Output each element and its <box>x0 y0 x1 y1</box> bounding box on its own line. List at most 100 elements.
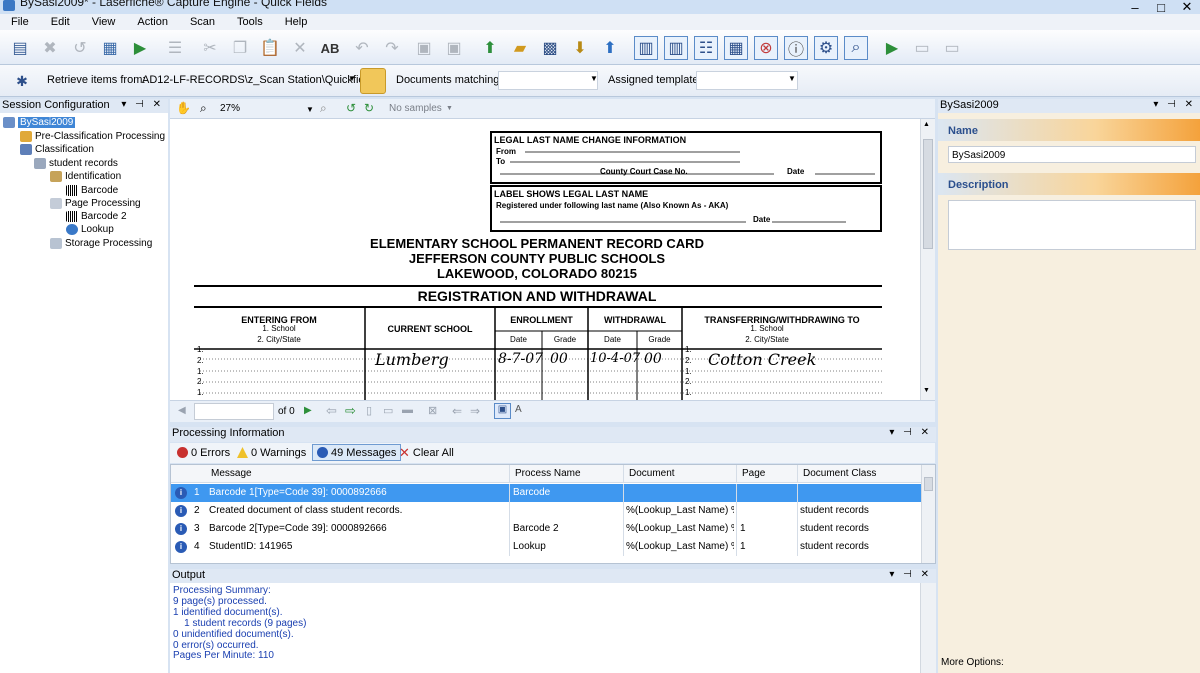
view-list-icon[interactable]: ☷ <box>694 36 718 60</box>
column-header-page[interactable]: Page <box>742 468 765 479</box>
assigned-template-select[interactable] <box>696 71 798 90</box>
errors-filter-button[interactable]: 0 Errors <box>173 444 234 461</box>
chevron-down-icon[interactable]: ▼ <box>446 105 453 112</box>
column-header-document-class[interactable]: Document Class <box>803 468 876 479</box>
prev-doc-icon[interactable]: ⇐ <box>452 404 462 418</box>
panel-controls[interactable]: ▾ ⊣ ✕ <box>1153 99 1196 110</box>
view-errors-icon[interactable]: ⊗ <box>754 36 778 60</box>
browse-folder-icon[interactable] <box>360 68 386 94</box>
delete-icon[interactable]: ✕ <box>288 36 312 60</box>
chevron-down-icon[interactable]: ▼ <box>348 74 356 83</box>
move-down-icon[interactable]: ▣ <box>442 36 466 60</box>
rename-icon[interactable]: AB <box>318 36 342 60</box>
undo-icon[interactable]: ↶ <box>350 36 374 60</box>
tree-node-lookup[interactable]: Lookup <box>66 224 114 235</box>
table-row[interactable]: i 1 Barcode 1[Type=Code 39]: 0000892666 … <box>171 484 921 502</box>
process-icon[interactable]: ▶ <box>128 36 152 60</box>
tree-node-identification[interactable]: Identification <box>50 171 121 182</box>
scroll-down-icon[interactable]: ▼ <box>923 387 930 394</box>
view-details-icon[interactable]: ▥ <box>634 36 658 60</box>
remove-page-icon[interactable]: ⊠ <box>428 404 437 417</box>
minimize-icon[interactable]: – <box>1122 0 1148 14</box>
scan-icon[interactable]: ▤ <box>8 36 32 60</box>
zoom-icon[interactable]: ⌕ <box>200 101 207 116</box>
stop-icon[interactable]: ✖ <box>38 36 62 60</box>
text-view-icon[interactable]: A <box>515 404 522 415</box>
open-folder-icon[interactable]: ▰ <box>508 36 532 60</box>
sparkle-icon[interactable]: ✱ <box>10 69 34 93</box>
description-input[interactable] <box>948 200 1196 250</box>
clear-all-button[interactable]: ✕ Clear All <box>395 444 458 461</box>
close-icon[interactable]: ✕ <box>1174 0 1200 14</box>
view-columns-icon[interactable]: ▥ <box>664 36 688 60</box>
document-viewer[interactable]: LEGAL LAST NAME CHANGE INFORMATION From … <box>170 119 920 400</box>
paste-icon[interactable]: 📋 <box>258 36 282 60</box>
save-icon[interactable]: ▩ <box>538 36 562 60</box>
chevron-down-icon[interactable]: ▼ <box>788 74 796 83</box>
table-row[interactable]: i 4 StudentID: 141965 Lookup %(Lookup_La… <box>171 538 921 556</box>
page-icon[interactable]: ▯ <box>366 404 372 417</box>
move-up-icon[interactable]: ▣ <box>412 36 436 60</box>
redo-icon[interactable]: ↷ <box>380 36 404 60</box>
pages-icon[interactable]: ▭ <box>383 404 393 417</box>
column-header-process[interactable]: Process Name <box>515 468 581 479</box>
forward-icon[interactable]: ⇨ <box>345 403 356 419</box>
view-thumbnails-icon[interactable]: ▦ <box>724 36 748 60</box>
thumbnail-icon[interactable]: ▬ <box>402 404 413 416</box>
hand-icon[interactable]: ✋ <box>176 101 191 115</box>
tree-node-page-processing[interactable]: Page Processing <box>50 198 141 209</box>
scroll-up-icon[interactable]: ▲ <box>923 121 930 128</box>
messages-filter-button[interactable]: 49 Messages <box>312 444 402 461</box>
tree-node-classification[interactable]: Classification <box>20 144 94 155</box>
new-session-icon[interactable]: ⬆ <box>478 36 502 60</box>
panel-controls[interactable]: ▾ ⊣ ✕ <box>889 427 932 438</box>
retrieve-path-field[interactable]: AD12-LF-RECORDS\z_Scan Station\Quickfiel… <box>140 71 373 90</box>
upload-icon[interactable]: ⬆ <box>598 36 622 60</box>
image-view-icon[interactable]: ▣ <box>494 403 511 419</box>
zoom-icon[interactable]: ⌕ <box>844 36 868 60</box>
output-scrollbar[interactable] <box>920 583 936 673</box>
next-doc-icon[interactable]: ⇒ <box>470 404 480 418</box>
rotate-left-icon[interactable]: ↺ <box>346 101 356 115</box>
maximize-icon[interactable]: □ <box>1148 0 1174 14</box>
menu-view[interactable]: View <box>81 16 127 28</box>
pages-icon[interactable]: ☰ <box>163 36 187 60</box>
view-info-icon[interactable]: ⓘ <box>784 36 808 60</box>
revert-icon[interactable]: ↺ <box>68 36 92 60</box>
table-row[interactable]: i 2 Created document of class student re… <box>171 502 921 520</box>
next-arrow-icon[interactable]: ▶ <box>304 405 312 416</box>
windows-icon[interactable]: ▭ <box>940 36 964 60</box>
table-scrollbar[interactable] <box>921 465 935 563</box>
save-down-icon[interactable]: ⬇ <box>568 36 592 60</box>
page-number-input[interactable] <box>194 403 274 420</box>
column-header-message[interactable]: Message <box>211 468 252 479</box>
settings-icon[interactable]: ⚙ <box>814 36 838 60</box>
menu-help[interactable]: Help <box>274 16 319 28</box>
back-icon[interactable]: ⇦ <box>326 403 337 419</box>
window-icon[interactable]: ▭ <box>910 36 934 60</box>
tree-node-session[interactable]: BySasi2009 <box>3 117 76 128</box>
copy-icon[interactable]: ❐ <box>228 36 252 60</box>
menu-tools[interactable]: Tools <box>226 16 274 28</box>
samples-select[interactable]: No samples <box>389 103 442 114</box>
tree-node-student-records[interactable]: student records <box>34 158 118 169</box>
cut-icon[interactable]: ✂ <box>198 36 222 60</box>
chevron-down-icon[interactable]: ▼ <box>590 74 598 83</box>
store-icon[interactable]: ▦ <box>98 36 122 60</box>
tree-node-storage-processing[interactable]: Storage Processing <box>50 238 152 249</box>
zoom-out-icon[interactable]: ⌕ <box>320 101 327 116</box>
chevron-down-icon[interactable]: ▼ <box>306 105 314 114</box>
scroll-thumb[interactable] <box>924 477 933 491</box>
document-scrollbar[interactable]: ▲ ▼ <box>920 119 935 400</box>
panel-controls[interactable]: ▾ ⊣ ✕ <box>889 569 932 580</box>
prev-arrow-icon[interactable]: ◀ <box>178 405 186 416</box>
table-row[interactable]: i 3 Barcode 2[Type=Code 39]: 0000892666 … <box>171 520 921 538</box>
column-header-document[interactable]: Document <box>629 468 675 479</box>
tree-node-preclassification[interactable]: Pre-Classification Processing <box>20 131 165 142</box>
name-input[interactable]: BySasi2009 <box>948 146 1196 163</box>
zoom-level[interactable]: 27% <box>220 103 240 114</box>
menu-scan[interactable]: Scan <box>179 16 226 28</box>
run-icon[interactable]: ▶ <box>880 36 904 60</box>
documents-matching-select[interactable] <box>498 71 598 90</box>
rotate-right-icon[interactable]: ↻ <box>364 101 374 115</box>
